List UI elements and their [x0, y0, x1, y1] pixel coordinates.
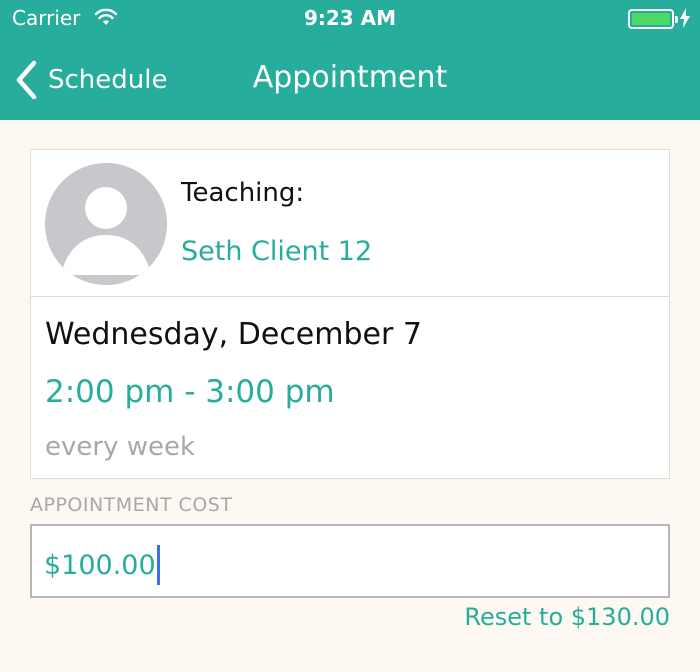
cost-section-label: APPOINTMENT COST — [30, 494, 233, 516]
person-placeholder-icon — [45, 163, 167, 285]
cost-input[interactable]: $100.00 — [30, 524, 670, 598]
cost-value-wrapper: $100.00 — [44, 545, 160, 585]
appointment-time-range[interactable]: 2:00 pm - 3:00 pm — [45, 374, 335, 410]
navigation-bar: Schedule Appointment — [0, 44, 700, 120]
status-bar: Carrier 9:23 AM — [0, 0, 700, 40]
appointment-date: Wednesday, December 7 — [45, 317, 422, 352]
text-caret — [156, 545, 160, 585]
avatar — [45, 163, 167, 285]
header-bar: Carrier 9:23 AM Schedule Appointment — [0, 0, 700, 120]
cost-value: $100.00 — [44, 549, 156, 581]
status-time: 9:23 AM — [303, 6, 397, 30]
teaching-label: Teaching: — [181, 178, 305, 208]
page-title: Appointment — [252, 60, 448, 95]
teaching-row: Teaching: Seth Client 12 — [31, 150, 669, 297]
battery-fill — [632, 13, 670, 25]
battery-icon — [628, 9, 678, 29]
appointment-card: Teaching: Seth Client 12 Wednesday, Dece… — [30, 149, 670, 479]
bolt-icon — [680, 8, 690, 32]
client-name-link[interactable]: Seth Client 12 — [181, 236, 372, 267]
reset-cost-link[interactable]: Reset to $130.00 — [464, 603, 670, 631]
appointment-recurrence: every week — [45, 432, 196, 462]
battery-nub — [675, 16, 678, 23]
